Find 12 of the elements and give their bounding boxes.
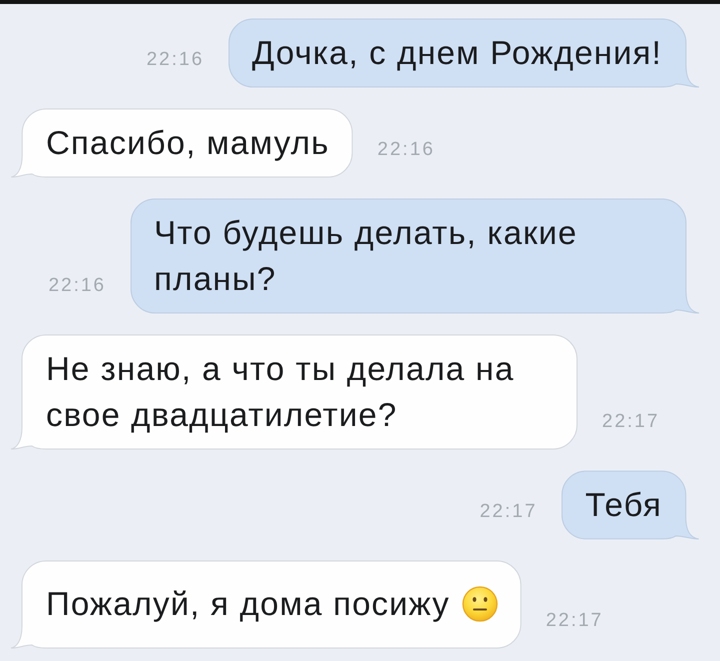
message-time: 22:16 bbox=[377, 140, 435, 160]
message-text: Тебя bbox=[585, 485, 662, 525]
message-text: Спасибо, мамуль bbox=[46, 123, 330, 163]
message-text: Пожалуй, я дома посижу bbox=[46, 584, 450, 624]
message-text: Не знаю, а что ты делала на свое двадцатилетие? bbox=[46, 349, 516, 435]
message-text: Что будешь делать, какие планы? bbox=[154, 213, 578, 299]
message-text: Дочка, с днем Рождения! bbox=[252, 33, 662, 73]
message-time: 22:16 bbox=[48, 276, 106, 296]
message-time: 22:16 bbox=[146, 50, 204, 70]
message-time: 22:17 bbox=[480, 502, 538, 522]
message-time: 22:17 bbox=[546, 611, 604, 631]
message-time: 22:17 bbox=[602, 412, 660, 432]
